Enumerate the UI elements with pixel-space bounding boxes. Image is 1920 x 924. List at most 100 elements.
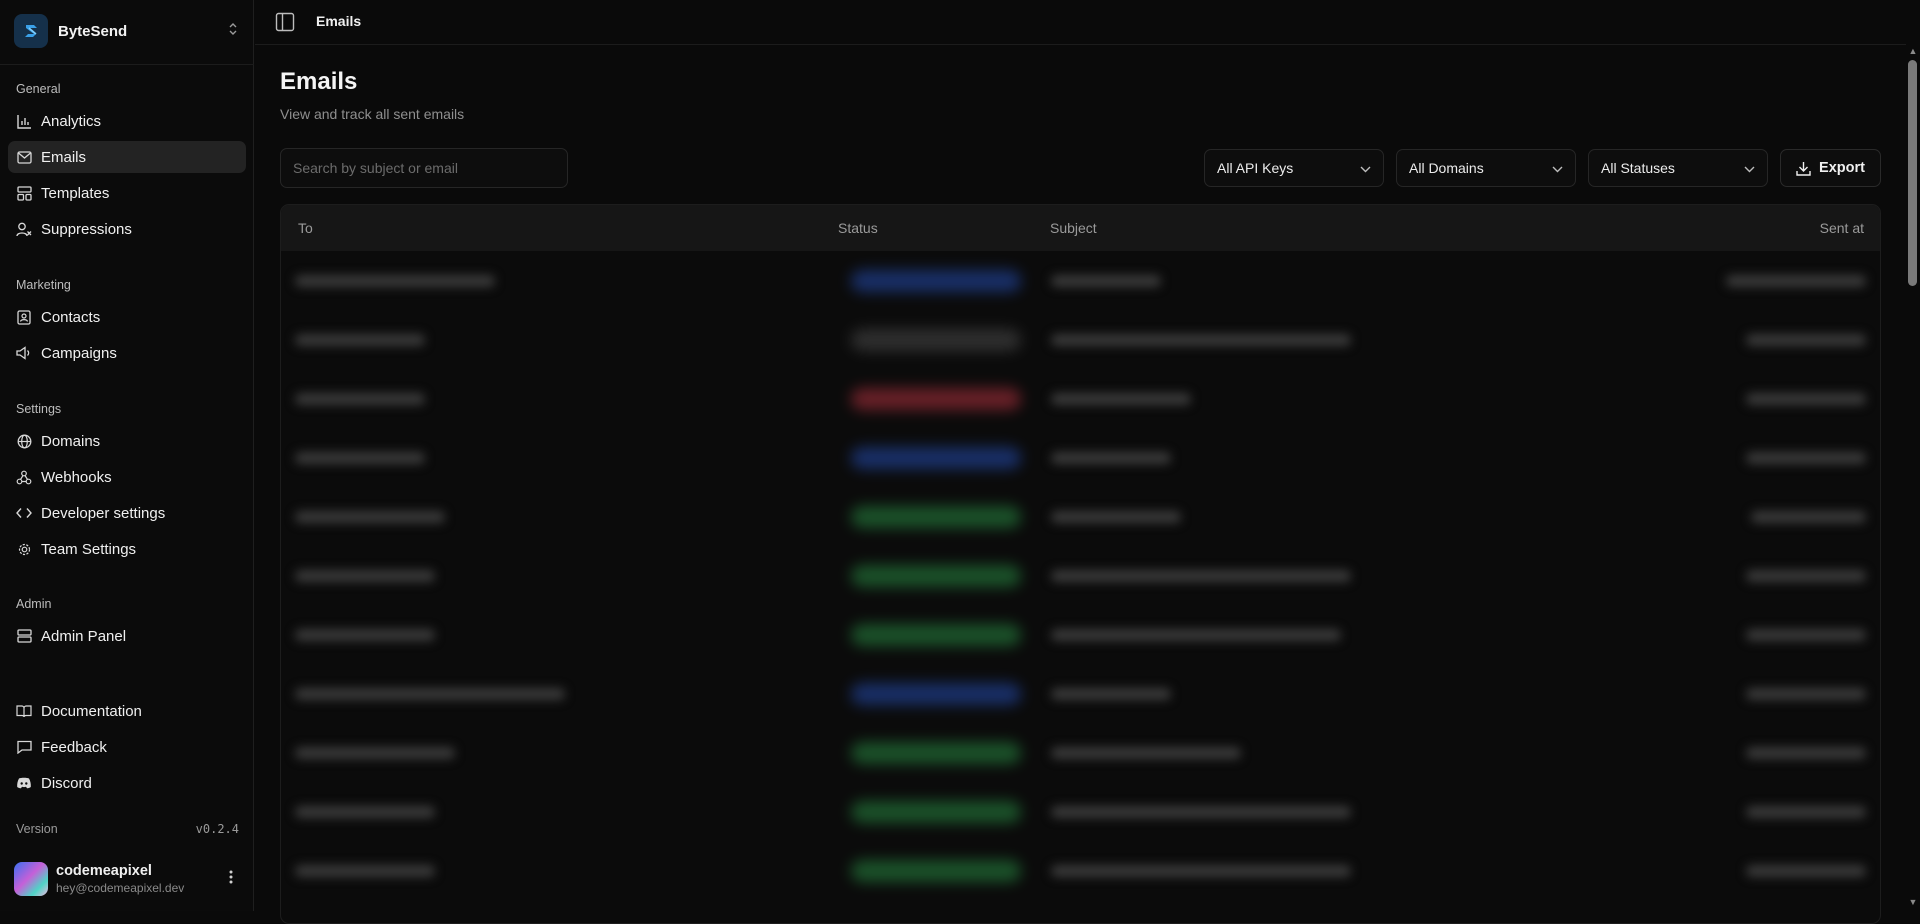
- user-profile[interactable]: codemeapixel hey@codemeapixel.dev: [14, 861, 239, 897]
- sidebar-item-suppressions[interactable]: Suppressions: [8, 213, 246, 245]
- status-badge: [851, 565, 1021, 587]
- subject-cell: [1051, 511, 1181, 523]
- sidebar-item-analytics[interactable]: Analytics: [8, 105, 246, 137]
- sidebar-item-team-settings[interactable]: Team Settings: [8, 533, 246, 565]
- table-row[interactable]: [281, 428, 1880, 487]
- scroll-down-arrow-icon[interactable]: ▼: [1908, 897, 1918, 907]
- sidebar: ByteSend General Analytics Emails Templa…: [0, 0, 254, 911]
- to-cell: [295, 511, 445, 523]
- version-row: Version v0.2.4: [16, 822, 239, 836]
- more-vertical-icon[interactable]: [223, 870, 239, 889]
- sent-at-cell: [1746, 452, 1866, 464]
- subject-cell: [1051, 334, 1351, 346]
- sent-at-cell: [1746, 747, 1866, 759]
- sidebar-item-templates[interactable]: Templates: [8, 177, 246, 209]
- subject-cell: [1051, 570, 1351, 582]
- discord-icon: [16, 775, 32, 791]
- sidebar-link-discord[interactable]: Discord: [8, 767, 246, 799]
- bytesend-logo-icon: [14, 14, 48, 48]
- export-button[interactable]: Export: [1780, 149, 1881, 187]
- sidebar-item-webhooks[interactable]: Webhooks: [8, 461, 246, 493]
- megaphone-icon: [16, 345, 32, 361]
- sidebar-item-contacts[interactable]: Contacts: [8, 301, 246, 333]
- to-cell: [295, 393, 425, 405]
- book-open-icon: [16, 703, 32, 719]
- table-row[interactable]: [281, 664, 1880, 723]
- column-header-to[interactable]: To: [298, 220, 313, 236]
- table-row[interactable]: [281, 251, 1880, 310]
- sidebar-item-admin-panel[interactable]: Admin Panel: [8, 620, 246, 652]
- sent-at-cell: [1726, 275, 1866, 287]
- search-input[interactable]: [280, 148, 568, 188]
- table-row[interactable]: [281, 723, 1880, 782]
- chevron-down-icon: [1360, 160, 1371, 176]
- sidebar-item-label: Team Settings: [41, 540, 137, 558]
- breadcrumb-title: Emails: [316, 13, 362, 29]
- table-row[interactable]: [281, 310, 1880, 369]
- subject-cell: [1051, 452, 1171, 464]
- column-header-sent-at[interactable]: Sent at: [1820, 220, 1864, 236]
- status-badge: [851, 801, 1021, 823]
- sidebar-link-feedback[interactable]: Feedback: [8, 731, 246, 763]
- domains-filter[interactable]: All Domains: [1396, 149, 1576, 187]
- table-row[interactable]: [281, 369, 1880, 428]
- sidebar-item-label: Suppressions: [41, 220, 132, 238]
- topbar: Emails: [255, 0, 1920, 45]
- api-keys-filter-value: All API Keys: [1217, 160, 1294, 176]
- to-cell: [295, 452, 425, 464]
- api-keys-filter[interactable]: All API Keys: [1204, 149, 1384, 187]
- table-row[interactable]: [281, 487, 1880, 546]
- version-label: Version: [16, 822, 58, 836]
- page-subtitle: View and track all sent emails: [280, 106, 465, 122]
- contact-book-icon: [16, 309, 32, 325]
- sidebar-item-label: Campaigns: [41, 344, 117, 362]
- subject-cell: [1051, 747, 1241, 759]
- table-row[interactable]: [281, 841, 1880, 900]
- user-email: hey@codemeapixel.dev: [56, 881, 185, 895]
- subject-cell: [1051, 865, 1351, 877]
- scrollbar-thumb[interactable]: [1908, 60, 1917, 286]
- domains-filter-value: All Domains: [1409, 160, 1484, 176]
- to-cell: [295, 806, 435, 818]
- chevron-down-icon: [1744, 160, 1755, 176]
- sidebar-item-campaigns[interactable]: Campaigns: [8, 337, 246, 369]
- sidebar-item-label: Developer settings: [41, 504, 166, 522]
- download-icon: [1796, 161, 1811, 176]
- sidebar-item-developer-settings[interactable]: Developer settings: [8, 497, 246, 529]
- sidebar-toggle-icon[interactable]: [275, 12, 295, 32]
- status-badge: [851, 447, 1021, 469]
- sidebar-item-domains[interactable]: Domains: [8, 425, 246, 457]
- section-label-settings: Settings: [16, 402, 62, 416]
- to-cell: [295, 865, 435, 877]
- sent-at-cell: [1746, 806, 1866, 818]
- sidebar-item-emails[interactable]: Emails: [8, 141, 246, 173]
- column-header-subject[interactable]: Subject: [1050, 220, 1097, 236]
- team-switcher[interactable]: ByteSend: [14, 14, 239, 48]
- statuses-filter-value: All Statuses: [1601, 160, 1675, 176]
- table-row[interactable]: [281, 546, 1880, 605]
- sidebar-link-documentation[interactable]: Documentation: [8, 695, 246, 727]
- sent-at-cell: [1746, 393, 1866, 405]
- sidebar-item-label: Admin Panel: [41, 627, 127, 645]
- subject-cell: [1051, 806, 1351, 818]
- subject-cell: [1051, 688, 1171, 700]
- sidebar-link-label: Feedback: [41, 738, 107, 756]
- scroll-up-arrow-icon[interactable]: ▲: [1908, 46, 1918, 56]
- user-name: codemeapixel: [56, 863, 152, 879]
- column-header-status[interactable]: Status: [838, 220, 878, 236]
- status-badge: [851, 506, 1021, 528]
- status-badge: [851, 388, 1021, 410]
- sidebar-item-label: Emails: [41, 148, 87, 166]
- statuses-filter[interactable]: All Statuses: [1588, 149, 1768, 187]
- status-badge: [851, 860, 1021, 882]
- to-cell: [295, 688, 565, 700]
- table-row[interactable]: [281, 605, 1880, 664]
- table-row[interactable]: [281, 782, 1880, 841]
- user-x-icon: [16, 221, 32, 237]
- sidebar-link-label: Discord: [41, 774, 92, 792]
- sent-at-cell: [1746, 570, 1866, 582]
- sidebar-item-label: Domains: [41, 432, 101, 450]
- chevrons-up-down-icon[interactable]: [227, 22, 239, 41]
- to-cell: [295, 747, 455, 759]
- bar-chart-icon: [16, 113, 32, 129]
